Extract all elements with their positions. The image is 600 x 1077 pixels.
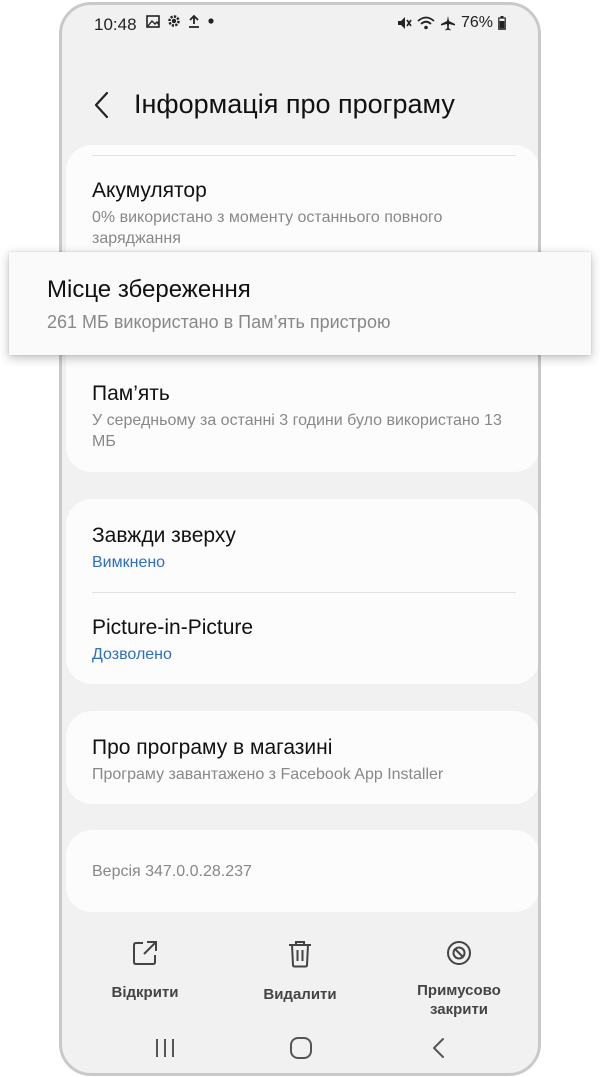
airplane-icon — [440, 15, 456, 31]
uninstall-button[interactable]: Видалити — [230, 940, 370, 1004]
battery-row[interactable]: Акумулятор 0% використано з моменту оста… — [92, 178, 516, 249]
store-subtitle: Програму завантажено з Facebook App Inst… — [92, 766, 444, 783]
wifi-icon — [417, 16, 435, 30]
back-button[interactable] — [86, 87, 116, 127]
storage-title: Місце збереження — [47, 276, 251, 303]
always-on-top-title: Завжди зверху — [92, 524, 236, 547]
phone-frame: 10:48 76% Інформація про програму Акумул… — [59, 2, 541, 1076]
open-external-icon — [132, 940, 158, 971]
force-stop-label: Примусово закрити — [417, 982, 501, 1018]
storage-row[interactable]: Місце збереження 261 МБ використано в Па… — [9, 252, 591, 355]
home-button[interactable] — [281, 1030, 321, 1070]
bottom-action-bar: Відкрити Видалити Примусово закрити — [62, 940, 538, 1020]
store-title: Про програму в магазині — [92, 736, 333, 759]
memory-subtitle: У середньому за останні 3 години було ви… — [92, 412, 502, 450]
picture-in-picture-value: Дозволено — [92, 646, 172, 663]
store-card: Про програму в магазині Програму заванта… — [66, 711, 538, 804]
status-bar: 10:48 76% — [62, 5, 538, 45]
home-icon — [289, 1036, 313, 1065]
force-stop-button[interactable]: Примусово закрити — [389, 940, 529, 1019]
recent-apps-button[interactable] — [145, 1030, 185, 1070]
picture-in-picture-title: Picture-in-Picture — [92, 616, 254, 639]
nav-back-button[interactable] — [418, 1030, 458, 1070]
gear-icon — [167, 14, 181, 28]
battery-icon — [498, 16, 506, 30]
memory-row[interactable]: Пам’ять У середньому за останні 3 години… — [92, 381, 516, 452]
divider — [92, 592, 516, 593]
block-icon — [446, 940, 472, 971]
upload-icon — [188, 14, 200, 28]
open-button[interactable]: Відкрити — [75, 940, 215, 1002]
divider — [92, 155, 516, 156]
uninstall-label: Видалити — [263, 986, 337, 1003]
display-options-card: Завжди зверху Вимкнено Picture-in-Pictur… — [66, 499, 538, 684]
version-card: Версія 347.0.0.28.237 — [66, 830, 538, 912]
picture-in-picture-row[interactable]: Picture-in-Picture Дозволено — [92, 615, 516, 665]
chevron-left-icon — [431, 1037, 445, 1064]
status-time: 10:48 — [94, 15, 137, 34]
app-bar: Інформація про програму — [62, 85, 538, 129]
battery-percent: 76% — [460, 14, 493, 31]
mute-icon — [397, 16, 412, 30]
notification-dot-icon — [207, 17, 215, 25]
navigation-bar — [62, 1030, 538, 1072]
page-title: Інформація про програму — [134, 89, 455, 119]
recent-apps-icon — [154, 1038, 176, 1063]
gallery-icon — [146, 14, 160, 28]
chevron-left-icon — [93, 91, 109, 124]
version-text: Версія 347.0.0.28.237 — [92, 863, 252, 880]
storage-subtitle: 261 МБ використано в Пам’ять пристрою — [47, 312, 391, 332]
open-label: Відкрити — [111, 984, 179, 1001]
battery-title: Акумулятор — [92, 179, 207, 202]
always-on-top-value: Вимкнено — [92, 554, 166, 571]
battery-subtitle: 0% використано з моменту останнього повн… — [92, 209, 443, 247]
memory-title: Пам’ять — [92, 382, 170, 405]
always-on-top-row[interactable]: Завжди зверху Вимкнено — [92, 523, 516, 573]
app-details-in-store-row[interactable]: Про програму в магазині Програму заванта… — [92, 735, 516, 785]
trash-icon — [288, 940, 312, 973]
